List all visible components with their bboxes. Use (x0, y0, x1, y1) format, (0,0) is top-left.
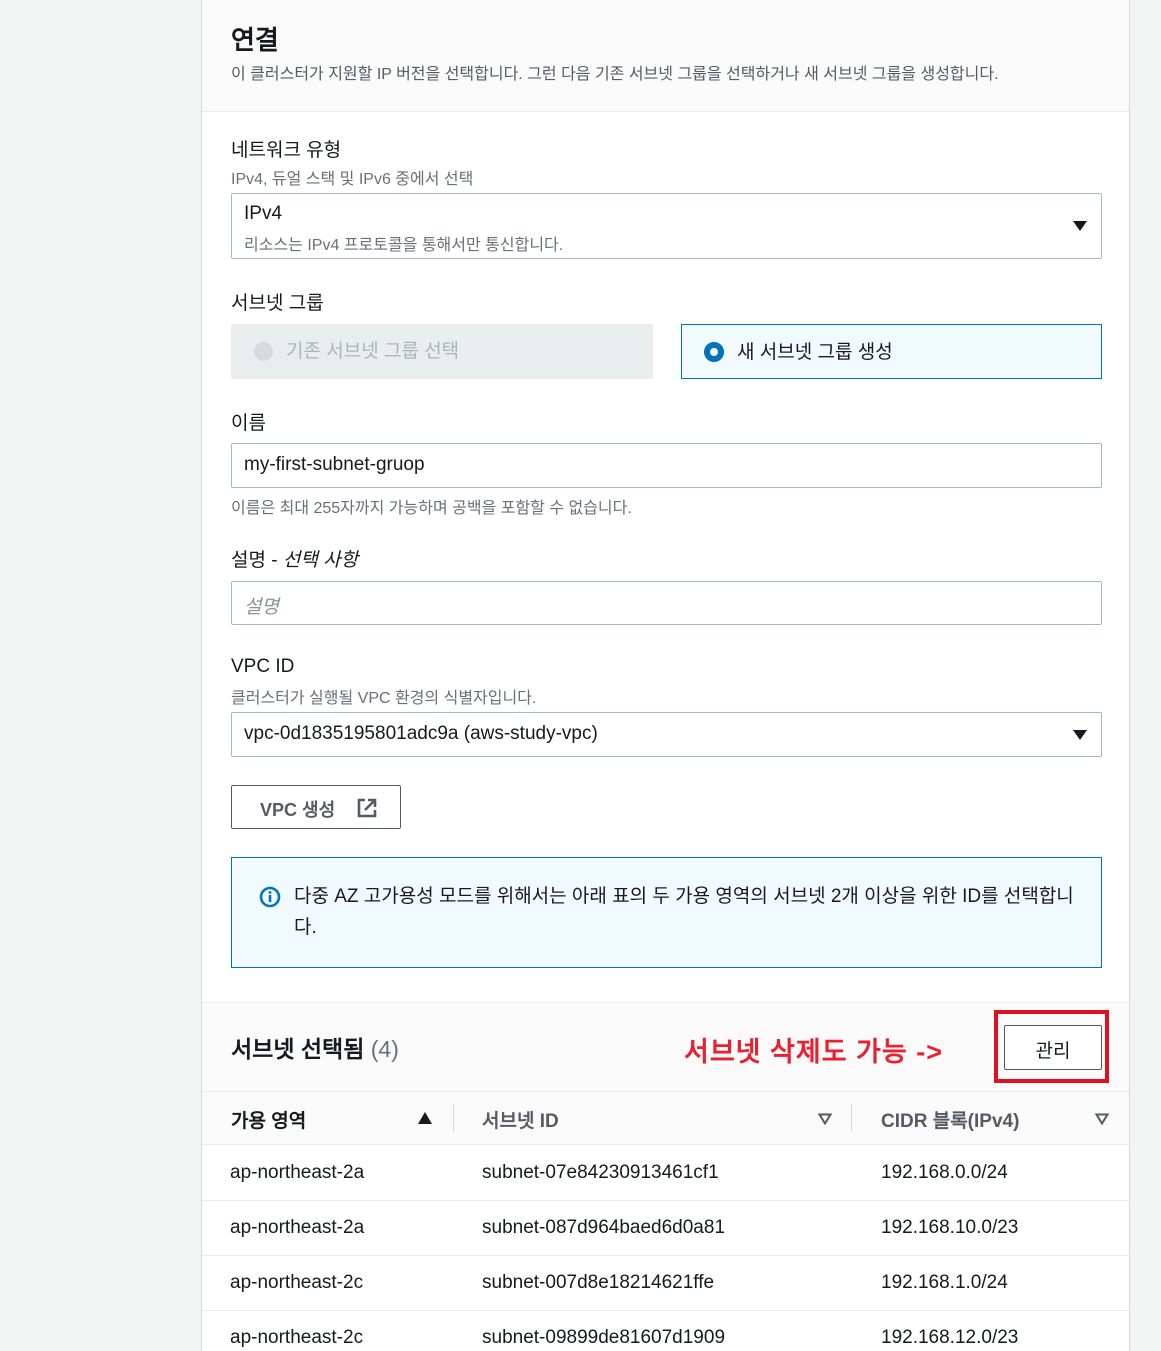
vpc-description: 클러스터가 실행될 VPC 환경의 식별자입니다. (231, 690, 537, 707)
sort-unsorted-icon[interactable] (1095, 1113, 1109, 1125)
cell-cidr: 192.168.0.0/24 (881, 1162, 1008, 1183)
network-type-label: 네트워크 유형 (231, 140, 342, 161)
network-type-select[interactable]: IPv4 리소스는 IPv4 프로토콜을 통해서만 통신합니다. (231, 193, 1102, 259)
info-alert-text: 다중 AZ 고가용성 모드를 위해서는 아래 표의 두 가용 영역의 서브넷 2… (294, 886, 1074, 938)
vpc-select[interactable]: vpc-0d1835195801adc9a (aws-study-vpc) (231, 712, 1102, 757)
cell-cidr: 192.168.10.0/23 (881, 1217, 1019, 1238)
name-input[interactable]: my-first-subnet-gruop (231, 443, 1102, 488)
info-alert: 다중 AZ 고가용성 모드를 위해서는 아래 표의 두 가용 영역의 서브넷 2… (231, 857, 1102, 968)
option-existing-label: 기존 서브넷 그룹 선택 (286, 341, 460, 362)
description-placeholder: 설명 (244, 597, 279, 618)
external-link-icon (357, 798, 377, 818)
table-row[interactable]: ap-northeast-2c subnet-09899de81607d1909… (202, 1311, 1129, 1351)
cell-subnet-id: subnet-087d964baed6d0a81 (482, 1217, 726, 1238)
cell-subnet-id: subnet-007d8e18214621ffe (482, 1272, 715, 1293)
cell-az: ap-northeast-2c (230, 1327, 364, 1348)
cell-cidr: 192.168.1.0/24 (881, 1272, 1008, 1293)
column-divider (851, 1104, 852, 1132)
cell-az: ap-northeast-2c (230, 1272, 364, 1293)
subnet-group-option-existing[interactable]: 기존 서브넷 그룹 선택 (231, 324, 653, 379)
connectivity-panel: 연결 이 클러스터가 지원할 IP 버전을 선택합니다. 그런 다음 기존 서브… (201, 0, 1130, 1351)
table-row[interactable]: ap-northeast-2a subnet-087d964baed6d0a81… (202, 1201, 1129, 1256)
create-vpc-button[interactable]: VPC 생성 (231, 785, 401, 829)
column-header-cidr[interactable]: CIDR 블록(IPv4) (881, 1106, 1019, 1133)
sort-ascending-icon[interactable] (418, 1112, 432, 1124)
column-divider (453, 1104, 454, 1132)
description-optional-text: 선택 사항 (282, 550, 359, 571)
name-input-value: my-first-subnet-gruop (244, 454, 425, 475)
table-row[interactable]: ap-northeast-2c subnet-007d8e18214621ffe… (202, 1256, 1129, 1311)
caret-down-icon (1073, 221, 1087, 231)
create-vpc-label: VPC 생성 (260, 800, 336, 820)
cell-az: ap-northeast-2a (230, 1162, 365, 1183)
sort-unsorted-icon[interactable] (818, 1113, 832, 1125)
manage-subnets-button[interactable]: 관리 (1004, 1025, 1102, 1070)
option-new-label: 새 서브넷 그룹 생성 (737, 342, 893, 363)
section-header: 연결 이 클러스터가 지원할 IP 버전을 선택합니다. 그런 다음 기존 서브… (202, 0, 1129, 112)
subnets-table-count: (4) (370, 1036, 399, 1062)
subnets-table-title-text: 서브넷 선택됨 (231, 1036, 365, 1062)
subnets-table-header: 서브넷 선택됨 (4) 서브넷 삭제도 가능 -> 관리 (202, 1002, 1129, 1092)
cell-subnet-id: subnet-07e84230913461cf1 (482, 1162, 719, 1183)
radio-selected-icon (704, 342, 724, 362)
section-title: 연결 (231, 25, 279, 55)
manage-subnets-label: 관리 (1035, 1041, 1071, 1062)
table-column-headers: 가용 영역 서브넷 ID CIDR 블록(IPv4) (202, 1092, 1129, 1145)
column-header-az[interactable]: 가용 영역 (231, 1106, 306, 1133)
vpc-label: VPC ID (231, 656, 295, 677)
caret-down-icon (1073, 730, 1087, 740)
name-constraint: 이름은 최대 255자까지 가능하며 공백을 포함할 수 없습니다. (231, 500, 632, 517)
table-row[interactable]: ap-northeast-2a subnet-07e84230913461cf1… (202, 1146, 1129, 1201)
info-icon (259, 886, 281, 908)
network-type-value: IPv4 (244, 203, 283, 224)
subnet-group-option-new[interactable]: 새 서브넷 그룹 생성 (681, 324, 1102, 379)
cell-cidr: 192.168.12.0/23 (881, 1327, 1019, 1348)
section-description: 이 클러스터가 지원할 IP 버전을 선택합니다. 그런 다음 기존 서브넷 그… (231, 66, 999, 83)
name-label: 이름 (231, 413, 266, 434)
description-label-text: 설명 - (231, 550, 283, 571)
cell-subnet-id: subnet-09899de81607d1909 (482, 1327, 726, 1348)
description-input[interactable]: 설명 (231, 581, 1102, 625)
network-type-description: IPv4, 듀얼 스택 및 IPv6 중에서 선택 (231, 171, 474, 188)
description-label: 설명 - 선택 사항 (231, 545, 358, 572)
column-header-subnet-id[interactable]: 서브넷 ID (482, 1106, 559, 1133)
cell-az: ap-northeast-2a (230, 1217, 365, 1238)
annotation-text: 서브넷 삭제도 가능 -> (684, 1037, 943, 1067)
subnet-group-label: 서브넷 그룹 (231, 293, 324, 314)
radio-disabled-icon (254, 342, 273, 361)
network-type-value-description: 리소스는 IPv4 프로토콜을 통해서만 통신합니다. (244, 237, 564, 254)
vpc-select-value: vpc-0d1835195801adc9a (aws-study-vpc) (244, 723, 598, 744)
subnets-table-title: 서브넷 선택됨 (4) (231, 1030, 399, 1064)
